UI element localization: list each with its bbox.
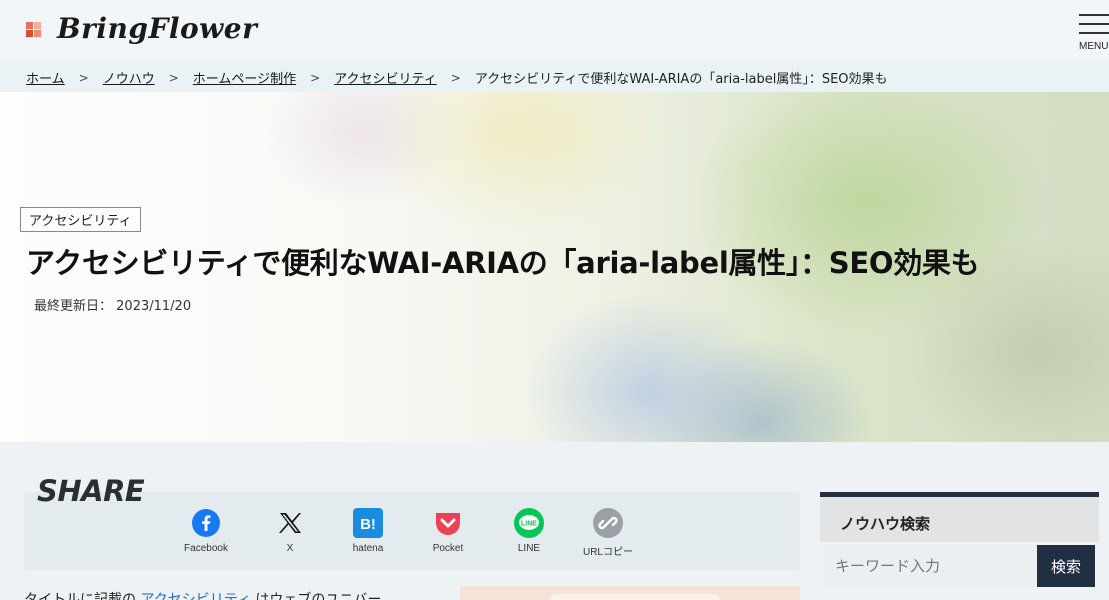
search-input[interactable] bbox=[823, 545, 1037, 587]
breadcrumb-separator: > bbox=[310, 70, 321, 85]
hatena-icon: B! bbox=[353, 508, 383, 538]
breadcrumb: ホーム > ノウハウ > ホームページ制作 > アクセシビリティ > アクセシビ… bbox=[0, 62, 1109, 92]
updated-value: 2023/11/20 bbox=[116, 299, 192, 314]
breadcrumb-separator: > bbox=[168, 70, 179, 85]
logo-mark-icon[interactable] bbox=[26, 22, 42, 38]
sidebar-search-header: ノウハウ検索 bbox=[820, 492, 1099, 542]
share-label: hatena bbox=[352, 543, 384, 554]
site-logo[interactable]: BringFlower bbox=[57, 12, 257, 45]
article-image bbox=[460, 586, 800, 600]
facebook-icon bbox=[191, 508, 221, 538]
article-hero: アクセシビリティ アクセシビリティで便利なWAI-ARIAの「aria-labe… bbox=[0, 92, 1109, 442]
share-hatena-button[interactable]: B! hatena bbox=[328, 508, 408, 554]
x-icon bbox=[275, 508, 305, 538]
breadcrumb-web-production[interactable]: ホームページ制作 bbox=[193, 68, 296, 87]
share-line-button[interactable]: LINE LINE bbox=[489, 508, 569, 554]
menu-label: MENU bbox=[1079, 41, 1109, 52]
share-url-copy-button[interactable]: URLコピー bbox=[568, 508, 648, 558]
share-label: LINE bbox=[517, 543, 541, 554]
share-x-button[interactable]: X bbox=[250, 508, 330, 554]
breadcrumb-current: アクセシビリティで便利なWAI-ARIAの「aria-label属性」：SEO効… bbox=[474, 72, 888, 87]
share-title: SHARE bbox=[37, 474, 145, 508]
intro-text: タイトルに記載の bbox=[24, 592, 136, 600]
share-label: URLコピー bbox=[582, 547, 633, 558]
line-icon: LINE bbox=[514, 508, 544, 538]
site-header: BringFlower MENU bbox=[0, 0, 1109, 62]
breadcrumb-knowhow[interactable]: ノウハウ bbox=[103, 68, 155, 87]
link-icon bbox=[593, 508, 623, 538]
search-button[interactable]: 検索 bbox=[1037, 545, 1095, 587]
accessibility-link[interactable]: アクセシビリティ bbox=[140, 592, 250, 600]
share-facebook-button[interactable]: Facebook bbox=[166, 508, 246, 554]
share-label: Pocket bbox=[432, 543, 464, 554]
breadcrumb-separator: > bbox=[78, 70, 89, 85]
breadcrumb-accessibility[interactable]: アクセシビリティ bbox=[334, 68, 437, 87]
article-intro: タイトルに記載の アクセシビリティ はウェブのユニバー bbox=[24, 589, 381, 600]
svg-text:LINE: LINE bbox=[521, 521, 537, 528]
svg-text:B!: B! bbox=[360, 516, 376, 533]
breadcrumb-home[interactable]: ホーム bbox=[26, 68, 65, 87]
category-tag[interactable]: アクセシビリティ bbox=[20, 207, 141, 232]
sidebar-search-title: ノウハウ検索 bbox=[840, 515, 931, 533]
updated-label: 最終更新日： bbox=[34, 299, 113, 314]
share-label: X bbox=[286, 543, 294, 554]
intro-text: はウェブのユニバー bbox=[255, 592, 382, 600]
pocket-icon bbox=[433, 508, 463, 538]
breadcrumb-separator: > bbox=[450, 70, 461, 85]
article-title: アクセシビリティで便利なWAI-ARIAの「aria-label属性」：SEO効… bbox=[26, 246, 980, 280]
hamburger-icon bbox=[1079, 14, 1109, 16]
share-label: Facebook bbox=[184, 543, 228, 554]
menu-button[interactable]: MENU bbox=[1076, 12, 1109, 54]
share-pocket-button[interactable]: Pocket bbox=[408, 508, 488, 554]
updated-date: 最終更新日： 2023/11/20 bbox=[34, 295, 191, 314]
